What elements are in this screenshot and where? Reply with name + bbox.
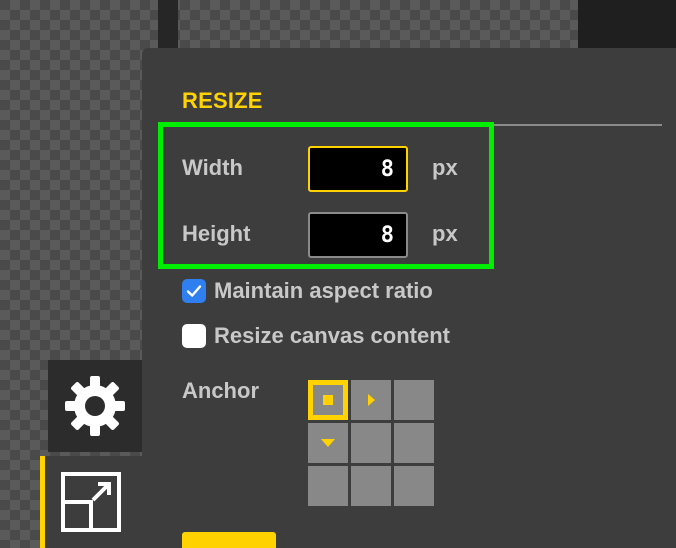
maintain-aspect-ratio-checkbox[interactable] [182,279,206,303]
height-input[interactable] [308,212,408,258]
height-unit: px [432,221,458,246]
anchor-top-right[interactable] [394,380,434,420]
width-unit: px [432,155,458,180]
anchor-top-left[interactable] [308,380,348,420]
resize-icon [61,472,121,532]
resize-canvas-content-checkbox[interactable] [182,324,206,348]
resize-panel: RESIZE Width px Height px Maintain aspec… [142,48,676,548]
anchor-center[interactable] [351,423,391,463]
width-label: Width [182,155,243,180]
sidebar-item-resize[interactable] [40,456,142,548]
apply-button[interactable] [182,532,276,548]
anchor-middle-left[interactable] [308,423,348,463]
height-label: Height [182,221,251,246]
anchor-bottom-center[interactable] [351,466,391,506]
arrow-right-icon [368,394,375,406]
active-tab-indicator [40,456,45,548]
anchor-dot-icon [323,395,333,405]
arrow-down-icon [321,439,335,447]
panel-title: RESIZE [182,88,263,113]
resize-canvas-content-label: Resize canvas content [214,323,450,348]
anchor-bottom-right[interactable] [394,466,434,506]
checkmark-icon [186,285,202,297]
anchor-label: Anchor [182,378,259,403]
gear-icon [65,376,125,436]
sidebar-item-settings[interactable] [48,360,142,452]
anchor-grid [308,380,434,506]
resize-canvas-content-option[interactable]: Resize canvas content [182,323,450,349]
anchor-top-center[interactable] [351,380,391,420]
width-input[interactable] [308,146,408,192]
anchor-bottom-left[interactable] [308,466,348,506]
title-divider [487,124,662,126]
anchor-middle-right[interactable] [394,423,434,463]
maintain-aspect-ratio-option[interactable]: Maintain aspect ratio [182,278,433,304]
maintain-aspect-ratio-label: Maintain aspect ratio [214,278,433,303]
